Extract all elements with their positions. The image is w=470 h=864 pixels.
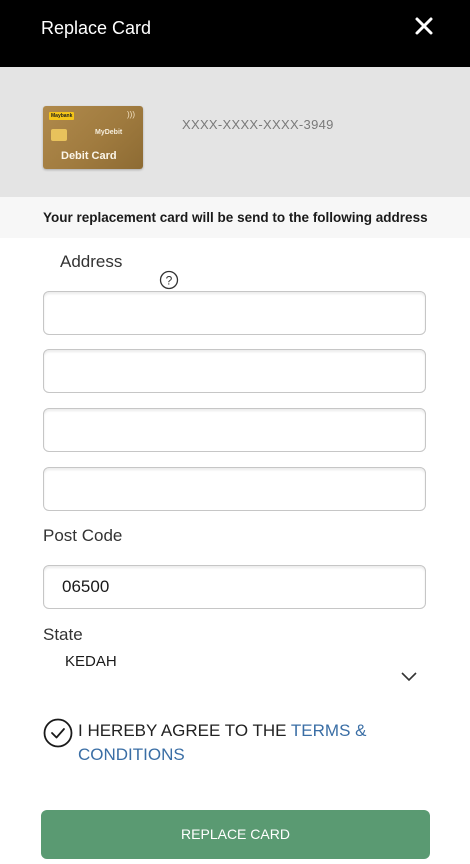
- card-brand-logo: Maybank: [49, 112, 75, 120]
- replace-card-button[interactable]: REPLACE CARD: [41, 810, 430, 859]
- agreement-label: I HEREBY AGREE TO THE: [78, 721, 291, 740]
- notice-text: Your replacement card will be send to th…: [43, 210, 428, 225]
- agreement-text: I HEREBY AGREE TO THE TERMS & CONDITIONS: [78, 719, 378, 767]
- agree-checkbox[interactable]: [43, 718, 73, 748]
- contactless-icon: ))): [127, 110, 135, 119]
- card-type-label: Debit Card: [61, 150, 117, 162]
- state-select[interactable]: KEDAH: [65, 653, 117, 670]
- debit-card-image: Maybank ))) MyDebit Debit Card: [43, 106, 143, 169]
- svg-text:?: ?: [166, 274, 173, 288]
- address-line-2-input[interactable]: [43, 349, 426, 393]
- address-notice: Your replacement card will be send to th…: [0, 197, 470, 238]
- card-number: XXXX-XXXX-XXXX-3949: [182, 117, 334, 132]
- address-line-3-input[interactable]: [43, 408, 426, 452]
- address-line-4-input[interactable]: [43, 467, 426, 511]
- address-label: Address: [60, 252, 123, 271]
- chevron-down-icon[interactable]: [400, 670, 418, 684]
- close-icon[interactable]: [412, 14, 436, 38]
- address-line-1-input[interactable]: [43, 291, 426, 335]
- state-label: State: [43, 625, 83, 644]
- header: Replace Card: [0, 0, 470, 67]
- page-title: Replace Card: [41, 18, 152, 38]
- postcode-label: Post Code: [43, 526, 123, 545]
- card-panel: Maybank ))) MyDebit Debit Card XXXX-XXXX…: [0, 67, 470, 197]
- question-circle-icon[interactable]: ?: [159, 270, 179, 290]
- card-chip: [51, 129, 67, 141]
- postcode-input[interactable]: [43, 565, 426, 609]
- card-network-logo: MyDebit: [95, 129, 123, 136]
